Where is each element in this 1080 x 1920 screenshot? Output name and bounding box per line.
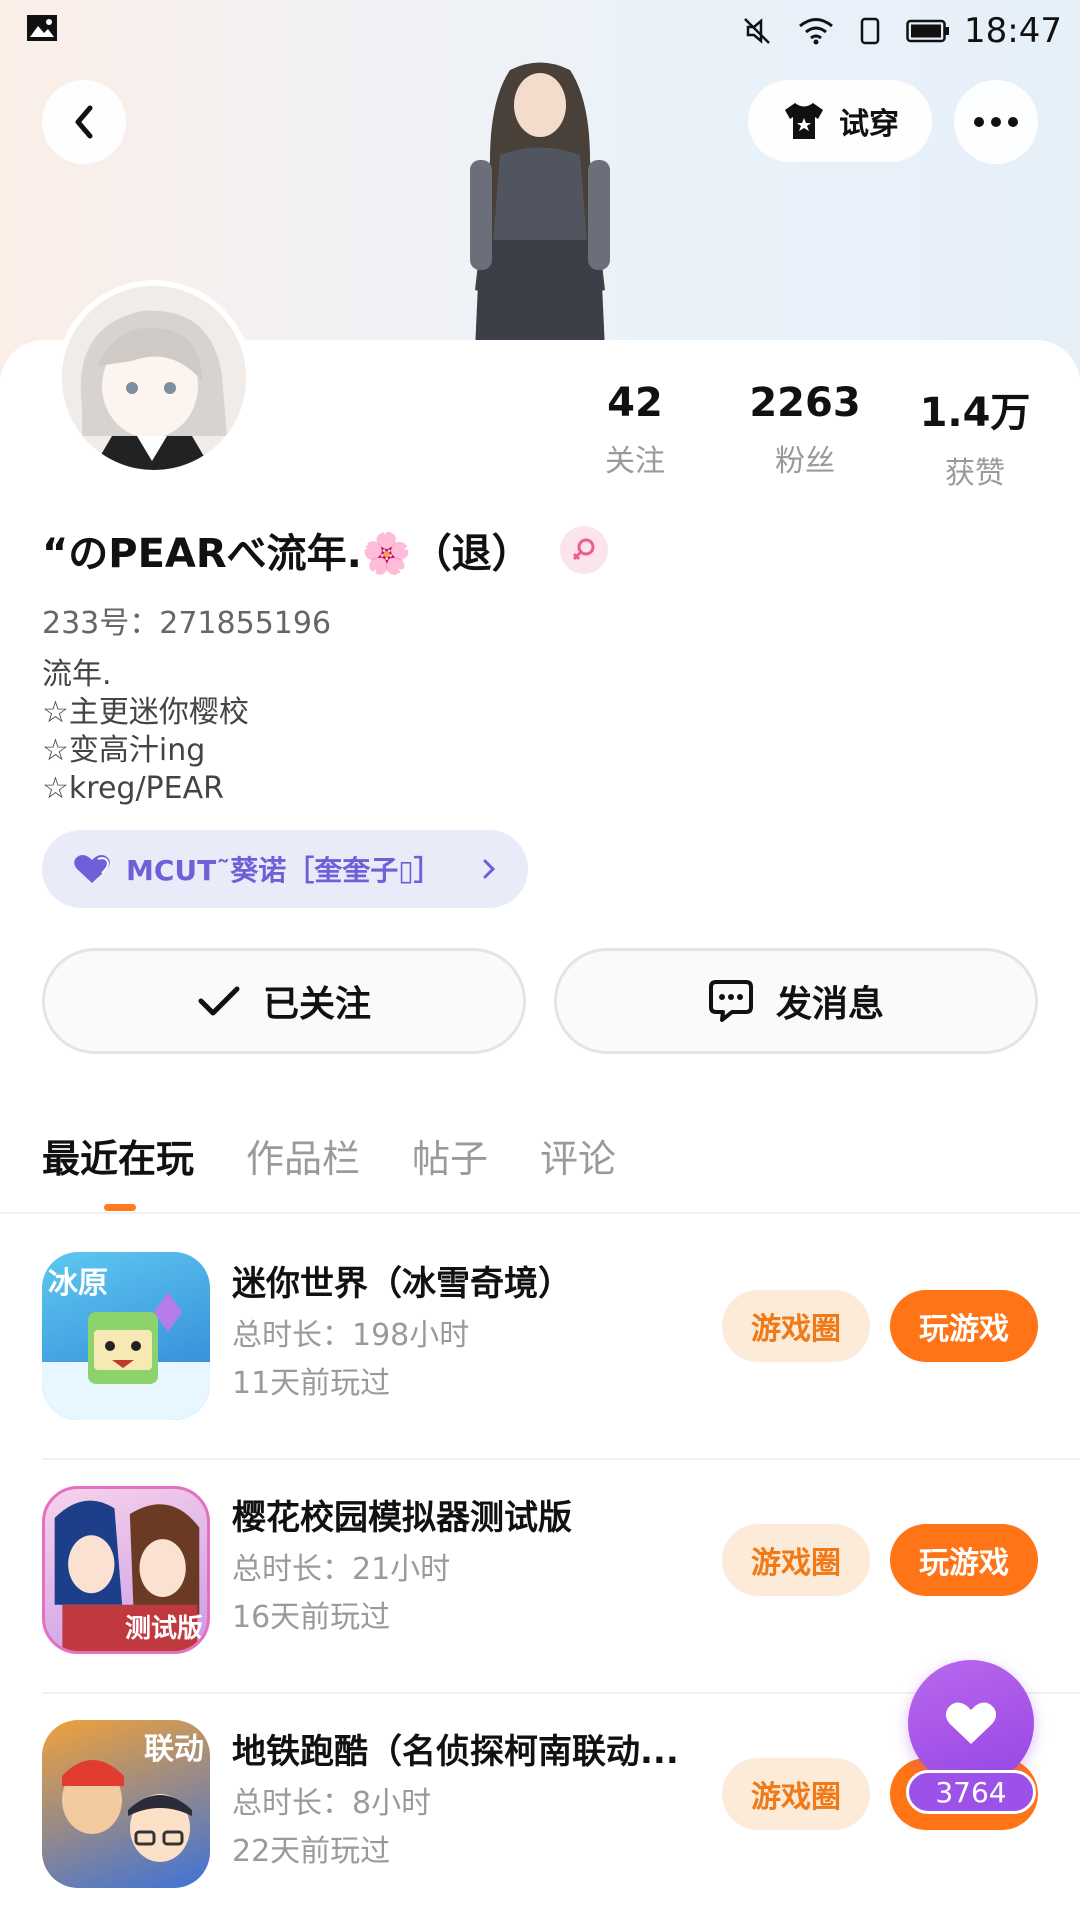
name-row: “のPEARべ流年.🌸（退） (42, 520, 608, 580)
like-count-badge: 3764 (906, 1770, 1036, 1814)
wifi-icon (798, 17, 834, 45)
tab-comments[interactable]: 评论 (540, 1128, 616, 1183)
status-bar: 18:47 (0, 0, 1080, 62)
play-game-button[interactable]: 玩游戏 (890, 1524, 1038, 1596)
followed-button[interactable]: 已关注 (42, 948, 526, 1054)
mute-icon (742, 16, 772, 46)
likes-label: 获赞 (945, 456, 1005, 491)
bio-line: ☆变高汁ing (42, 733, 206, 768)
profile-tabs: 最近在玩 作品栏 帖子 评论 (42, 1128, 616, 1183)
game-title: 迷你世界（冰雪奇境） (232, 1264, 572, 1304)
try-on-label: 试穿 (839, 107, 899, 142)
send-message-label: 发消息 (775, 984, 884, 1025)
following-label: 关注 (605, 444, 665, 479)
game-last-played: 22天前玩过 (232, 1834, 391, 1869)
followed-label: 已关注 (262, 984, 371, 1025)
more-options-button[interactable] (954, 80, 1038, 164)
row-divider (42, 1458, 1080, 1460)
like-floating-button[interactable] (908, 1660, 1034, 1786)
active-tab-indicator (104, 1204, 136, 1211)
followers-stat[interactable]: 2263 粉丝 (730, 380, 880, 492)
followers-count: 2263 (749, 380, 861, 426)
more-dots-icon (974, 117, 1018, 127)
chevron-right-icon (483, 859, 496, 879)
profile-stats: 42 关注 2263 粉丝 1.4万 获赞 (560, 380, 1050, 492)
game-icon-badge: 测试版 (124, 1614, 203, 1644)
game-icon: 冰原 (42, 1252, 210, 1420)
bio-line: ☆kreg/PEAR (42, 771, 224, 806)
game-icon: 联动 (42, 1720, 210, 1888)
following-stat[interactable]: 42 关注 (560, 380, 710, 492)
game-list-item[interactable]: 冰原 迷你世界（冰雪奇境） 总时长：198小时 11天前玩过 游戏圈 玩游戏 (0, 1228, 1080, 1460)
chevron-left-icon (75, 105, 93, 139)
checkmark-icon (198, 986, 240, 1016)
game-icon-badge: 冰原 (48, 1266, 108, 1301)
heart-icon (74, 855, 110, 883)
game-title: 地铁跑酷（名侦探柯南联动... (232, 1732, 679, 1772)
female-gender-icon (559, 526, 608, 574)
back-button[interactable] (42, 80, 126, 164)
try-on-button[interactable]: 试穿 (748, 80, 932, 162)
profile-name: “のPEARべ流年.🌸（退） (42, 531, 532, 577)
game-last-played: 16天前玩过 (232, 1600, 391, 1635)
battery-icon (906, 19, 950, 43)
heart-icon (945, 1702, 997, 1744)
game-circle-button[interactable]: 游戏圈 (722, 1290, 870, 1362)
chat-bubble-icon (708, 980, 753, 1022)
gallery-notification-icon (26, 11, 58, 51)
following-count: 42 (607, 380, 663, 426)
avatar-figure (470, 62, 610, 350)
tab-posts[interactable]: 帖子 (412, 1128, 488, 1183)
bio: 流年. ☆主更迷你樱校 ☆变高汁ing ☆kreg/PEAR (42, 656, 249, 808)
game-last-played: 11天前玩过 (232, 1366, 391, 1401)
likes-stat[interactable]: 1.4万 获赞 (900, 380, 1050, 492)
game-circle-button[interactable]: 游戏圈 (722, 1758, 870, 1830)
likes-count: 1.4万 (919, 390, 1031, 436)
tab-recently-played[interactable]: 最近在玩 (42, 1128, 194, 1183)
tabs-divider (0, 1212, 1080, 1214)
avatar[interactable] (56, 280, 252, 476)
game-title: 樱花校园模拟器测试版 (232, 1498, 572, 1538)
tshirt-icon (785, 103, 823, 139)
user-id: 233号：271855196 (42, 606, 332, 641)
game-icon: 测试版 (42, 1486, 210, 1654)
followers-label: 粉丝 (775, 444, 835, 479)
game-circle-button[interactable]: 游戏圈 (722, 1524, 870, 1596)
fan-group-tag[interactable]: MCUT˜葵诺［奎奎子▯］ (42, 830, 528, 908)
game-total-duration: 总时长：21小时 (232, 1552, 451, 1587)
fan-group-label: MCUT˜葵诺［奎奎子▯］ (126, 854, 442, 887)
sim-icon (860, 17, 880, 45)
game-list-item[interactable]: 测试版 樱花校园模拟器测试版 总时长：21小时 16天前玩过 游戏圈 玩游戏 (0, 1462, 1080, 1694)
bio-line: 流年. (42, 657, 112, 692)
tab-works[interactable]: 作品栏 (246, 1128, 360, 1183)
play-game-button[interactable]: 玩游戏 (890, 1290, 1038, 1362)
status-time: 18:47 (964, 11, 1062, 51)
game-total-duration: 总时长：8小时 (232, 1786, 432, 1821)
game-total-duration: 总时长：198小时 (232, 1318, 470, 1353)
game-icon-badge: 联动 (144, 1732, 204, 1767)
bio-line: ☆主更迷你樱校 (42, 695, 249, 730)
send-message-button[interactable]: 发消息 (554, 948, 1038, 1054)
